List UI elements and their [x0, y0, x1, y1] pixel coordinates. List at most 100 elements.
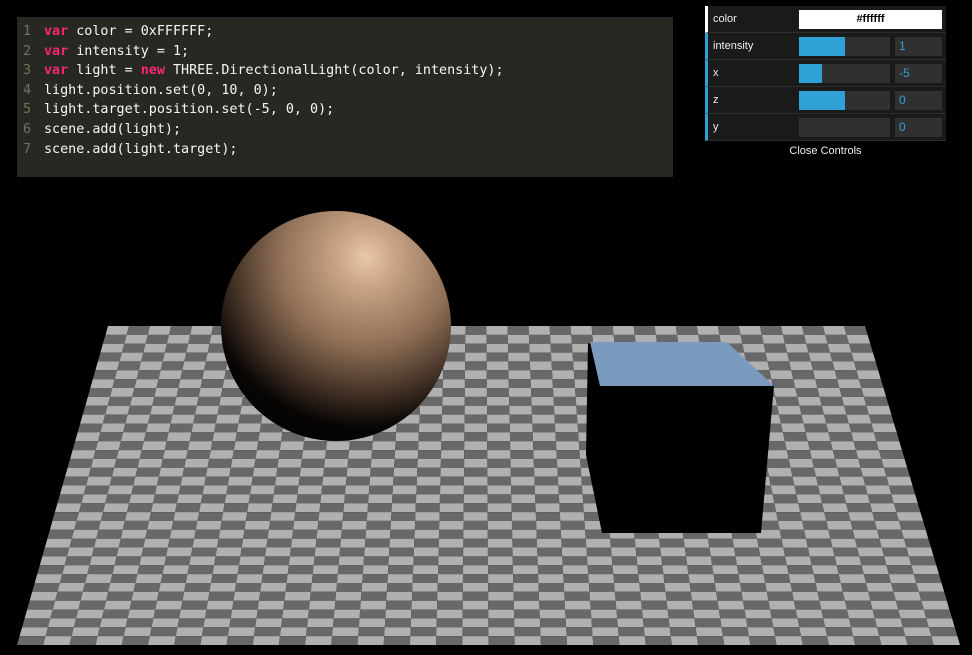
floor-tile [182, 591, 210, 601]
floor-tile [835, 458, 861, 468]
floor-tile [463, 538, 488, 548]
floor-tile [862, 476, 889, 486]
z-input[interactable]: 0 [895, 91, 942, 110]
floor-tile [639, 583, 666, 592]
floor-tile [332, 618, 360, 628]
floor-tile [281, 618, 308, 628]
floor-tile [72, 441, 98, 451]
floor-tile [180, 370, 205, 380]
floor-tile [786, 450, 812, 459]
floor-tile [145, 423, 171, 433]
intensity-slider[interactable] [799, 37, 890, 56]
floor-tile [199, 503, 225, 513]
floor-tile [387, 565, 414, 575]
floor-tile [204, 609, 233, 619]
floor-tile [232, 450, 257, 459]
floor-tile [158, 370, 183, 380]
y-slider[interactable] [799, 118, 890, 137]
floor-tile [385, 600, 412, 610]
floor-tile [591, 326, 614, 335]
floor-tile [176, 494, 203, 504]
floor-tile [270, 512, 296, 521]
line-number: 5 [23, 102, 32, 118]
floor-tile [275, 476, 300, 486]
floor-tile [815, 583, 843, 592]
floor-tile [393, 476, 417, 486]
floor-tile [865, 485, 892, 495]
floor-tile [134, 379, 159, 388]
floor-tile [114, 458, 140, 468]
floor-tile [98, 520, 125, 530]
floor-tile [392, 494, 417, 504]
floor-tile [436, 618, 463, 628]
floor-tile [417, 458, 441, 468]
viewport[interactable]: 1 var color = 0xFFFFFF; 2 var intensity = 1… [0, 0, 972, 655]
floor-tile [186, 450, 211, 459]
floor-tile [201, 627, 230, 637]
floor-tile [617, 627, 645, 637]
floor-tile [75, 432, 101, 442]
floor-tile [486, 388, 510, 397]
floor-tile [298, 476, 324, 486]
floor-tile [371, 450, 396, 459]
floor-tile [258, 591, 286, 601]
floor-tile [391, 512, 416, 521]
floor-tile [693, 609, 721, 619]
floor-tile [184, 352, 208, 362]
floor-tile [191, 423, 216, 433]
floor-tile [884, 556, 912, 566]
floor-tile [465, 343, 487, 353]
floor-tile [535, 512, 561, 521]
floor-tile [393, 467, 418, 477]
y-input[interactable]: 0 [895, 118, 942, 137]
color-value-field[interactable]: #ffffff [799, 10, 942, 29]
z-slider[interactable] [799, 91, 890, 110]
floor-tile [443, 370, 465, 380]
floor-tile [675, 326, 699, 335]
floor-tile [283, 600, 310, 610]
floor-tile [791, 370, 816, 380]
color-controller[interactable]: color #ffffff [705, 6, 946, 33]
floor-tile [785, 343, 809, 353]
floor-tile [918, 591, 947, 601]
floor-tile [295, 503, 321, 513]
intensity-controller[interactable]: intensity 1 [705, 33, 946, 60]
floor-tile [540, 627, 567, 637]
floor-tile [767, 467, 793, 477]
floor-tile [175, 627, 204, 637]
floor-tile [612, 565, 639, 575]
y-controller[interactable]: y0 [705, 114, 946, 141]
floor-tile [849, 618, 877, 628]
floor-tile [137, 565, 165, 575]
floor-tile [746, 618, 774, 628]
floor-tile [883, 467, 910, 477]
x-controller[interactable]: x -5 [705, 60, 946, 87]
floor-tile [184, 583, 211, 592]
x-input[interactable]: -5 [895, 64, 942, 83]
floor-tile [345, 485, 370, 495]
floor-tile [149, 627, 178, 637]
close-controls-button[interactable]: Close Controls [705, 141, 946, 161]
floor-tile [773, 388, 798, 397]
floor-tile [219, 396, 243, 406]
floor-tile [419, 405, 443, 415]
z-controller[interactable]: z0 [705, 87, 946, 114]
floor-tile [841, 396, 867, 406]
floor-tile [39, 556, 67, 566]
floor-tile [210, 441, 236, 451]
floor-tile [898, 520, 926, 530]
line-number: 3 [23, 63, 32, 79]
floor-tile [659, 538, 685, 548]
floor-tile [554, 405, 577, 415]
floor-tile [187, 565, 215, 575]
floor-tile [90, 458, 117, 468]
floor-tile [347, 458, 372, 468]
floor-tile [150, 405, 175, 415]
x-slider[interactable] [799, 64, 890, 83]
floor-tile [857, 547, 885, 557]
intensity-input[interactable]: 1 [895, 37, 942, 56]
floor-tile [179, 609, 207, 619]
floor-tile [535, 494, 560, 504]
floor-tile [124, 334, 148, 344]
floor-tile [818, 485, 844, 495]
